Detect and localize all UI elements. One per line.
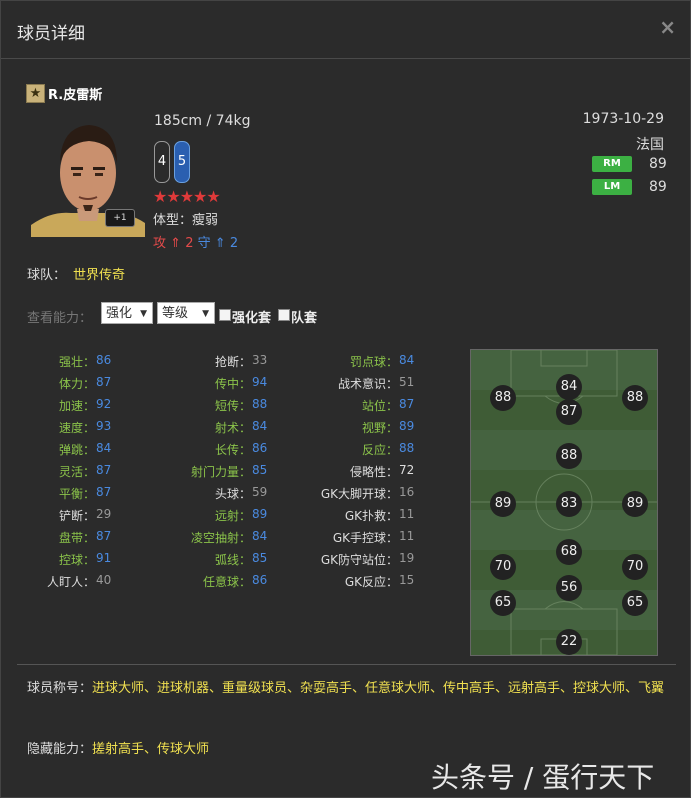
boost-set-checkbox[interactable]: 强化套 — [219, 307, 271, 326]
dialog-header: 球员详细 × — [1, 1, 690, 59]
stat-value: 19 — [399, 551, 415, 565]
position-rating-dot: 68 — [556, 539, 582, 565]
birthdate: 1973-10-29 — [582, 111, 664, 127]
stat-label: GK大脚开球 — [320, 487, 386, 501]
stat-row: GK反应： 15 — [344, 573, 415, 589]
stat-row: 视野： 89 — [361, 419, 415, 435]
player-name: R.皮雷斯 — [48, 88, 103, 103]
stat-row: 侵略性： 72 — [349, 463, 415, 479]
position-rating-dot: 89 — [490, 491, 516, 517]
stat-row: GK手控球： 11 — [332, 529, 415, 545]
position-rating-dot: 65 — [622, 590, 648, 616]
position-rating-dot: 83 — [556, 491, 582, 517]
view-ability-label: 查看能力： — [27, 311, 93, 326]
attack-value: 2 — [185, 236, 194, 251]
left-foot-icon: 4 — [154, 141, 170, 183]
position-rating-dot: 70 — [490, 554, 516, 580]
stat-row: GK大脚开球： 16 — [320, 485, 415, 501]
stat-label: 站位 — [361, 399, 386, 413]
position-badge: RM — [592, 156, 632, 172]
close-icon[interactable]: × — [659, 15, 676, 39]
position-rating-dot: 88 — [490, 385, 516, 411]
star-icon: ★ — [26, 84, 45, 103]
stat-label: 反应 — [361, 443, 386, 457]
level-select-value: 等级 — [162, 306, 189, 321]
body-type: 体型：瘦弱 — [153, 213, 219, 228]
stat-value: 16 — [399, 485, 415, 499]
titles-label: 球员称号： — [27, 681, 93, 696]
stat-value: 84 — [399, 353, 415, 367]
arrow-up-icon: ⇑ — [170, 236, 182, 251]
attack-defense: 攻 ⇑ 2 守 ⇑ 2 — [153, 232, 238, 251]
team-set-label: 队套 — [291, 311, 318, 326]
watermark: 头条号 / 蛋行天下 — [431, 761, 655, 794]
position-rating-dot: 88 — [556, 443, 582, 469]
position-pitch: 88 84 88 87 88 89 83 89 68 70 70 56 65 65 22 — [470, 349, 658, 656]
player-detail-dialog: 球员详细 × ★ R.皮雷斯 +1 185cm / 74kg 4 5 ★★★★★… — [0, 0, 691, 798]
stat-row: 站位： 87 — [361, 397, 415, 413]
defense-label: 守 — [197, 236, 211, 251]
boost-select[interactable]: 强化 ▼ — [101, 302, 153, 324]
dialog-title: 球员详细 — [17, 24, 85, 44]
arrow-up-icon: ⇑ — [214, 236, 226, 251]
position-rating-dot: 89 — [622, 491, 648, 517]
stat-value: 72 — [399, 463, 415, 477]
height-weight: 185cm / 74kg — [154, 113, 251, 129]
stat-value: 87 — [399, 397, 415, 411]
position-rating-dot: 65 — [490, 590, 516, 616]
chevron-down-icon: ▼ — [202, 309, 209, 319]
nationality: 法国 — [636, 137, 664, 153]
position-rating-dot: 84 — [556, 374, 582, 400]
team-label: 球队： — [27, 268, 67, 283]
position-rating-dot: 70 — [622, 554, 648, 580]
position-rating: 89 — [649, 179, 667, 195]
team-set-checkbox[interactable]: 队套 — [278, 307, 317, 326]
attack-label: 攻 — [153, 236, 167, 251]
stat-value: 11 — [399, 507, 415, 521]
stat-value: 51 — [399, 375, 415, 389]
hidden-abilities: 隐藏能力：搓射高手、传球大师 — [27, 738, 209, 757]
checkbox-icon[interactable] — [219, 309, 231, 321]
position-rating: 89 — [649, 156, 667, 172]
stat-label: 侵略性 — [349, 465, 386, 479]
stat-row: GK防守站位： 19 — [320, 551, 415, 567]
stat-value: 89 — [399, 419, 415, 433]
position-rating-dot: 88 — [622, 385, 648, 411]
hidden-label: 隐藏能力： — [27, 742, 93, 757]
position-rating-dot: 56 — [556, 575, 582, 601]
stat-row: GK扑救： 11 — [344, 507, 415, 523]
stat-value: 15 — [399, 573, 415, 587]
right-foot-icon: 5 — [174, 141, 190, 183]
stat-label: 视野 — [361, 421, 386, 435]
checkbox-icon[interactable] — [278, 309, 290, 321]
stat-label: GK扑救 — [344, 509, 386, 523]
level-select[interactable]: 等级 ▼ — [157, 302, 215, 324]
stat-label: 罚点球 — [349, 355, 386, 369]
boost-select-value: 强化 — [106, 306, 133, 321]
player-titles: 球员称号：进球大师、进球机器、重量级球员、杂耍高手、任意球大师、传中高手、远射高… — [27, 678, 667, 699]
skill-stars: ★★★★★ — [153, 187, 221, 206]
divider — [17, 664, 676, 665]
position-rating-dot: 87 — [556, 399, 582, 425]
defense-value: 2 — [229, 236, 239, 251]
hidden-value: 搓射高手、传球大师 — [92, 742, 210, 757]
stat-value: 88 — [399, 441, 415, 455]
chevron-down-icon: ▼ — [140, 309, 147, 319]
stat-row: 战术意识： 51 — [337, 375, 415, 391]
boost-badge: +1 — [105, 209, 135, 227]
stat-label: GK防守站位 — [320, 553, 386, 567]
stat-value: 11 — [399, 529, 415, 543]
position-rating-dot: 22 — [556, 629, 582, 655]
position-badge: LM — [592, 179, 632, 195]
team-name[interactable]: 世界传奇 — [73, 264, 125, 283]
stat-row: 罚点球： 84 — [349, 353, 415, 369]
stat-row: 反应： 88 — [361, 441, 415, 457]
stat-label: GK手控球 — [332, 531, 386, 545]
titles-value: 进球大师、进球机器、重量级球员、杂耍高手、任意球大师、传中高手、远射高手、控球大… — [92, 681, 665, 696]
stat-label: GK反应 — [344, 575, 386, 589]
stat-label: 战术意识 — [337, 377, 386, 391]
boost-set-label: 强化套 — [232, 311, 272, 326]
